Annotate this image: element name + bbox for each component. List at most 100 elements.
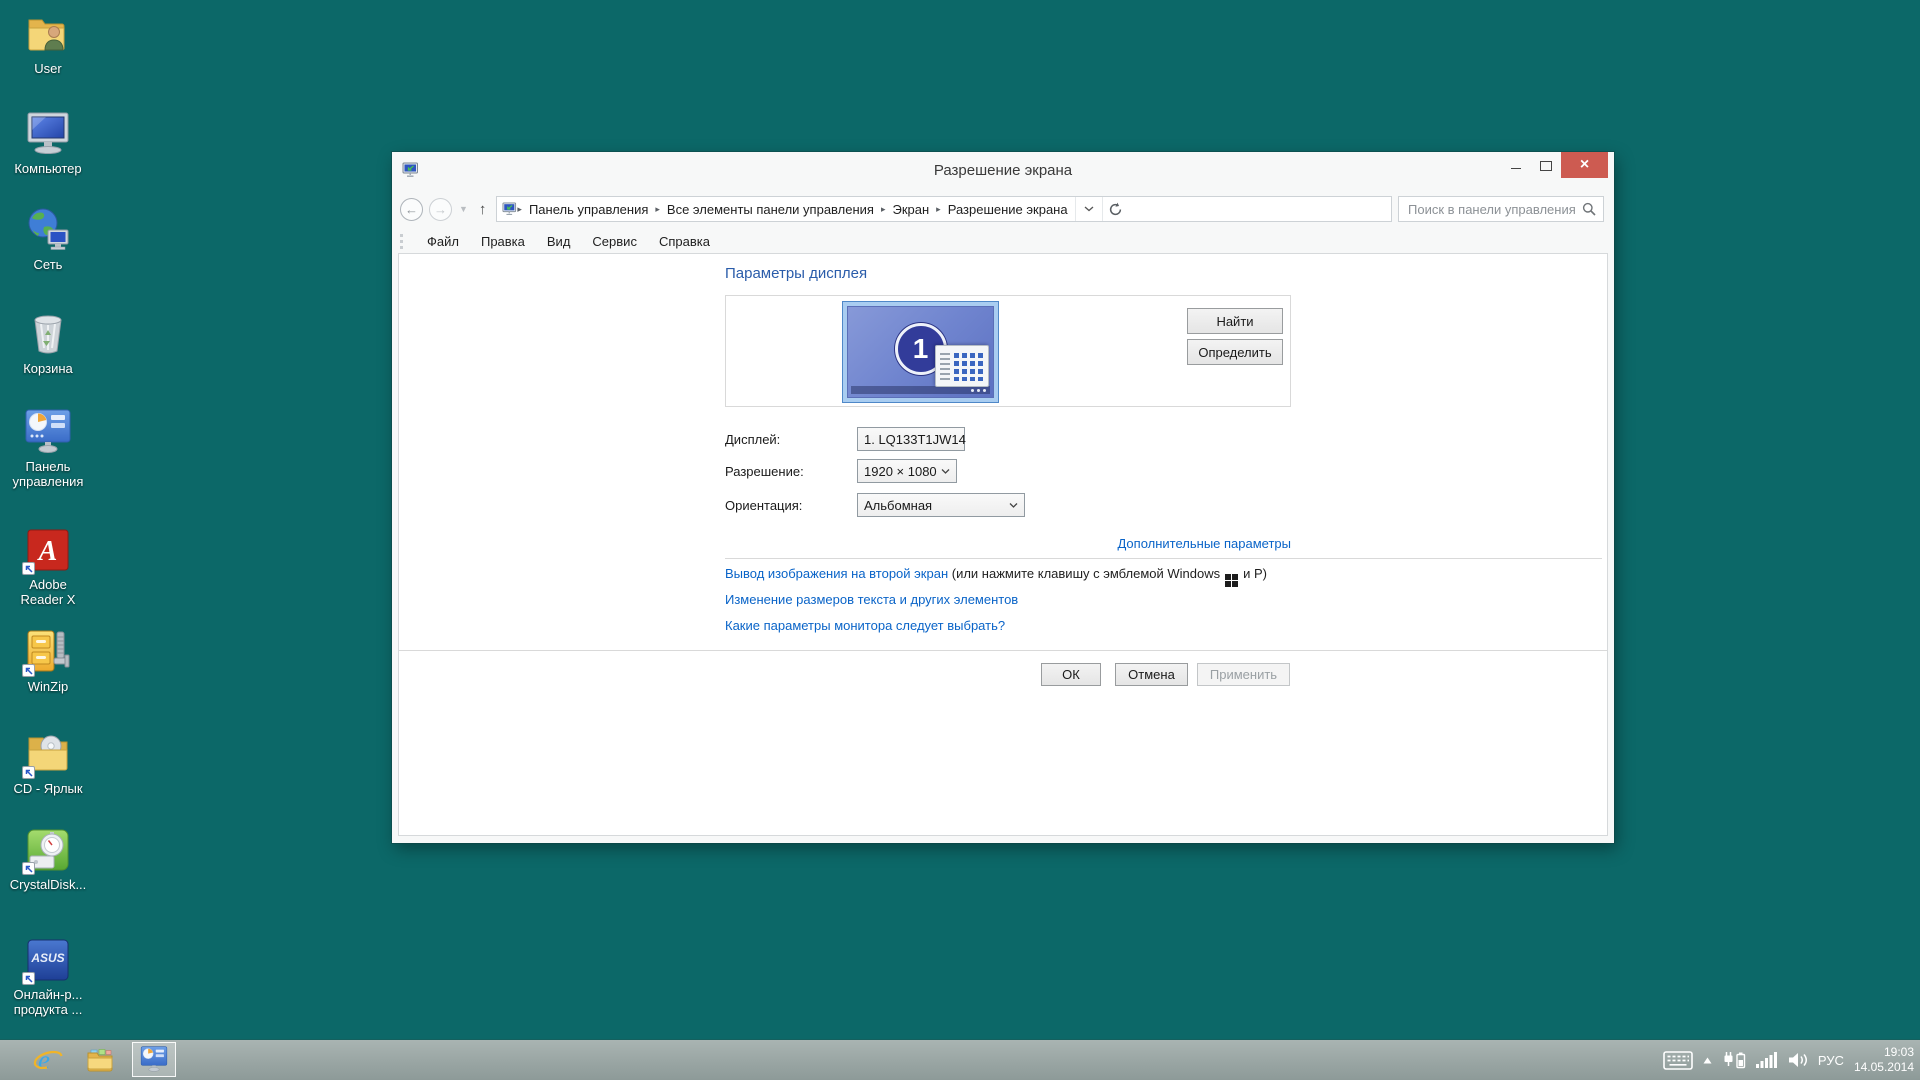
text-size-link[interactable]: Изменение размеров текста и других элеме… [725, 592, 1018, 607]
desktop-icon-crystaldisk[interactable]: CrystalDisk... [0, 826, 96, 892]
identify-button[interactable]: Определить [1187, 339, 1283, 365]
orientation-select[interactable]: Альбомная [857, 493, 1025, 517]
desktop-icon-user[interactable]: User [0, 10, 96, 76]
speaker-icon [1788, 1052, 1808, 1068]
desktop-icon-label: CrystalDisk... [10, 877, 87, 892]
desktop-icon-label: WinZip [28, 679, 68, 694]
forward-button[interactable]: → [429, 198, 452, 221]
chevron-down-icon [1084, 206, 1094, 212]
breadcrumb-item[interactable]: Все элементы панели управления [660, 202, 881, 217]
shortcut-arrow-icon [22, 562, 35, 575]
ok-button[interactable]: ОК [1041, 663, 1101, 686]
menu-edit[interactable]: Правка [481, 234, 525, 249]
desktop-icon-network[interactable]: Сеть [0, 206, 96, 272]
project-second-screen-link[interactable]: Вывод изображения на второй экран [725, 566, 948, 581]
signal-bars-icon [1756, 1052, 1778, 1068]
taskbar: e [0, 1039, 1920, 1080]
touch-keyboard-button[interactable] [1663, 1051, 1693, 1070]
language-indicator[interactable]: РУС [1818, 1053, 1844, 1068]
apply-button[interactable]: Применить [1197, 663, 1290, 686]
chevron-up-icon [1703, 1057, 1712, 1064]
breadcrumb-item[interactable]: Экран [886, 202, 937, 217]
orientation-label: Ориентация: [725, 498, 802, 513]
orientation-select-value: Альбомная [864, 498, 1009, 513]
monitor-screen: 1 [847, 306, 994, 398]
desktop-icon-adobe-reader[interactable]: A Adobe Reader X [0, 526, 96, 607]
desktop-icon-winzip[interactable]: WinZip [0, 628, 96, 694]
resolution-label: Разрешение: [725, 464, 804, 479]
menu-bar: Файл Правка Вид Сервис Справка [392, 228, 1614, 254]
breadcrumb: ▸ Панель управления ▸ Все элементы панел… [496, 196, 1392, 222]
network-status-button[interactable] [1756, 1052, 1778, 1068]
svg-text:A: A [37, 536, 58, 567]
address-dropdown-button[interactable] [1075, 197, 1102, 221]
shortcut-arrow-icon [22, 972, 35, 985]
user-folder-icon [24, 10, 72, 58]
keyboard-icon [1663, 1051, 1693, 1070]
desktop-icon-label: Корзина [23, 361, 73, 376]
menu-tools[interactable]: Сервис [592, 234, 637, 249]
desktop: User Компьютер [0, 0, 1920, 1080]
search-box [1398, 196, 1604, 222]
title-bar: Разрешение экрана × [392, 152, 1614, 190]
control-panel-overlay-icon [935, 345, 989, 387]
display-label: Дисплей: [725, 432, 780, 447]
desktop-icon-label: Компьютер [14, 161, 81, 176]
monitor-help-link[interactable]: Какие параметры монитора следует выбрать… [725, 618, 1005, 633]
advanced-settings-link[interactable]: Дополнительные параметры [1117, 536, 1291, 551]
desktop-icon-label: Adobe Reader X [11, 577, 85, 607]
recent-pages-chevron-icon[interactable]: ▼ [459, 204, 468, 214]
desktop-icon-control-panel[interactable]: Панель управления [0, 408, 96, 489]
search-icon[interactable] [1582, 202, 1596, 216]
find-button[interactable]: Найти [1187, 308, 1283, 334]
shortcut-arrow-icon [22, 766, 35, 779]
desktop-icon-label: Сеть [34, 257, 63, 272]
resolution-select[interactable]: 1920 × 1080 [857, 459, 957, 483]
content-area: Параметры дисплея 1 Найти Определить Дис… [398, 253, 1608, 836]
search-input[interactable] [1406, 201, 1582, 218]
svg-text:e: e [38, 1045, 50, 1075]
up-button[interactable]: ↑ [479, 201, 487, 218]
svg-text:ASUS: ASUS [30, 951, 64, 965]
clock-date: 14.05.2014 [1854, 1060, 1914, 1074]
breadcrumb-item[interactable]: Панель управления [522, 202, 655, 217]
display-select-value: 1. LQ133T1JW14 [864, 432, 966, 447]
desktop-icon-asus-online[interactable]: ASUS Онлайн-р... продукта ... [0, 936, 96, 1017]
internet-explorer-icon: e [33, 1045, 63, 1075]
display-select[interactable]: 1. LQ133T1JW14 [857, 427, 965, 451]
desktop-icon-recycle-bin[interactable]: Корзина [0, 310, 96, 376]
desktop-icon-cd-shortcut[interactable]: CD - Ярлык [0, 730, 96, 796]
shortcut-arrow-icon [22, 664, 35, 677]
minimize-button[interactable] [1501, 152, 1531, 177]
network-globe-icon [24, 206, 72, 254]
desktop-icon-computer[interactable]: Компьютер [0, 110, 96, 176]
refresh-button[interactable] [1102, 197, 1129, 221]
desktop-icon-label: CD - Ярлык [13, 781, 82, 796]
maximize-button[interactable] [1531, 152, 1561, 177]
taskbar-ie-button[interactable]: e [28, 1040, 68, 1080]
location-icon [502, 202, 517, 216]
display-preview-group: 1 Найти Определить [725, 295, 1291, 407]
recycle-bin-icon [24, 310, 72, 358]
menu-help[interactable]: Справка [659, 234, 710, 249]
taskbar-control-panel-button[interactable] [132, 1042, 176, 1077]
computer-icon [24, 110, 72, 158]
resolution-select-value: 1920 × 1080 [864, 464, 941, 479]
refresh-icon [1108, 202, 1123, 217]
clock[interactable]: 19:03 14.05.2014 [1854, 1045, 1914, 1075]
file-explorer-icon [86, 1048, 114, 1072]
close-button[interactable]: × [1561, 152, 1608, 178]
show-hidden-icons-button[interactable] [1703, 1057, 1712, 1064]
monitor-preview[interactable]: 1 [842, 301, 999, 403]
windows-logo-icon [1225, 574, 1238, 587]
menu-file[interactable]: Файл [427, 234, 459, 249]
breadcrumb-item[interactable]: Разрешение экрана [941, 202, 1075, 217]
taskbar-explorer-button[interactable] [82, 1040, 118, 1080]
volume-button[interactable] [1788, 1052, 1808, 1068]
power-status-button[interactable] [1722, 1051, 1746, 1069]
project-note-before: (или нажмите клавишу с эмблемой Windows [952, 566, 1220, 581]
control-panel-icon [140, 1046, 168, 1073]
back-button[interactable]: ← [400, 198, 423, 221]
menu-view[interactable]: Вид [547, 234, 571, 249]
cancel-button[interactable]: Отмена [1115, 663, 1188, 686]
